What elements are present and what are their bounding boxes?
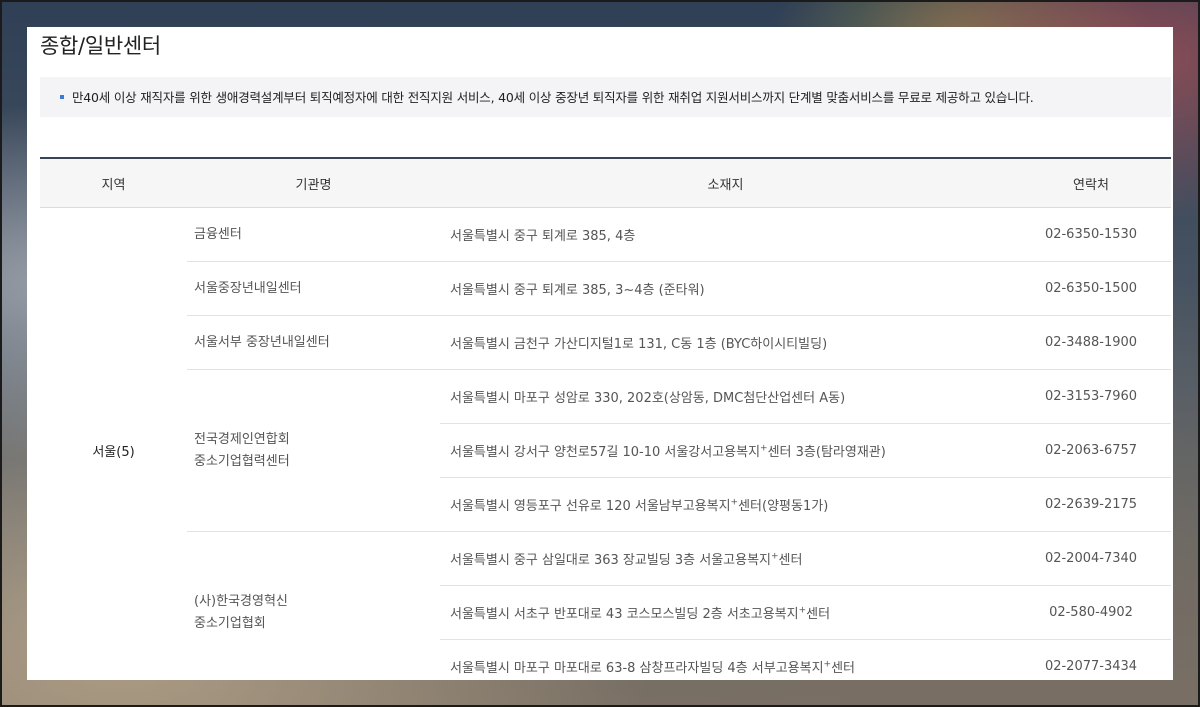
address: 서울특별시 금천구 가산디지털1로 131, C동 1층 (BYC하이시티빌딩)	[440, 315, 1011, 370]
phone: 02-2077-3434	[1011, 639, 1171, 680]
phone: 02-580-4902	[1011, 585, 1171, 640]
table-row: 서울서부 중장년내일센터 서울특별시 금천구 가산디지털1로 131, C동 1…	[40, 315, 1171, 370]
address: 서울특별시 중구 퇴계로 385, 3~4층 (준타워)	[440, 261, 1011, 316]
phone: 02-3153-7960	[1011, 369, 1171, 424]
header-region: 지역	[40, 158, 187, 208]
org-name-line: 중소기업협회	[194, 615, 266, 631]
table-row: 서울(5) 금융센터 서울특별시 중구 퇴계로 385, 4층 02-6350-…	[40, 207, 1171, 680]
address: 서울특별시 마포구 마포대로 63-8 삼창프라자빌딩 4층 서부고용복지+센터	[440, 639, 1011, 680]
content-card: 종합/일반센터 만40세 이상 재직자를 위한 생애경력설계부터 퇴직예정자에 …	[27, 27, 1173, 680]
phone: 02-6350-1530	[1011, 207, 1171, 262]
org-name: 전국경제인연합회 중소기업협력센터	[187, 369, 440, 532]
table-header-row: 지역 기관명 소재지 연락처	[40, 158, 1171, 208]
table-row: 서울중장년내일센터 서울특별시 중구 퇴계로 385, 3~4층 (준타워) 0…	[40, 261, 1171, 316]
org-name: 서울중장년내일센터	[187, 261, 440, 316]
address: 서울특별시 서초구 반포대로 43 코스모스빌딩 2층 서초고용복지+센터	[440, 585, 1011, 640]
address: 서울특별시 중구 퇴계로 385, 4층	[440, 207, 1011, 262]
phone: 02-3488-1900	[1011, 315, 1171, 370]
header-contact: 연락처	[1011, 158, 1171, 208]
address: 서울특별시 영등포구 선유로 120 서울남부고용복지+센터(양평동1가)	[440, 477, 1011, 532]
org-name-line: 전국경제인연합회	[194, 431, 290, 447]
page-title: 종합/일반센터	[40, 34, 161, 58]
phone: 02-6350-1500	[1011, 261, 1171, 316]
header-org: 기관명	[187, 158, 440, 208]
notice-box: 만40세 이상 재직자를 위한 생애경력설계부터 퇴직예정자에 대한 전직지원 …	[40, 77, 1171, 117]
address: 서울특별시 강서구 양천로57길 10-10 서울강서고용복지+센터 3층(탐라…	[440, 423, 1011, 478]
notice-text: 만40세 이상 재직자를 위한 생애경력설계부터 퇴직예정자에 대한 전직지원 …	[72, 90, 1034, 105]
table-row: (사)한국경영혁신 중소기업협회 서울특별시 중구 삼일대로 363 장교빌딩 …	[40, 531, 1171, 680]
org-name: 금융센터	[187, 207, 440, 262]
region-cell: 서울(5)	[40, 207, 187, 680]
table-row: 전국경제인연합회 중소기업협력센터 서울특별시 마포구 성암로 330, 202…	[40, 369, 1171, 532]
org-name-line: (사)한국경영혁신	[194, 593, 288, 609]
address: 서울특별시 중구 삼일대로 363 장교빌딩 3층 서울고용복지+센터	[440, 531, 1011, 586]
centers-table: 지역 기관명 소재지 연락처 서울(5) 금융센터 서울특별시 중구 퇴계로 3…	[40, 157, 1171, 680]
phone: 02-2063-6757	[1011, 423, 1171, 478]
phone: 02-2004-7340	[1011, 531, 1171, 586]
header-address: 소재지	[440, 158, 1011, 208]
org-name-line: 중소기업협력센터	[194, 453, 290, 469]
address: 서울특별시 마포구 성암로 330, 202호(상암동, DMC첨단산업센터 A…	[440, 369, 1011, 424]
org-name: (사)한국경영혁신 중소기업협회	[187, 531, 440, 680]
org-name: 서울서부 중장년내일센터	[187, 315, 440, 370]
phone: 02-2639-2175	[1011, 477, 1171, 532]
bullet-icon	[60, 95, 64, 99]
